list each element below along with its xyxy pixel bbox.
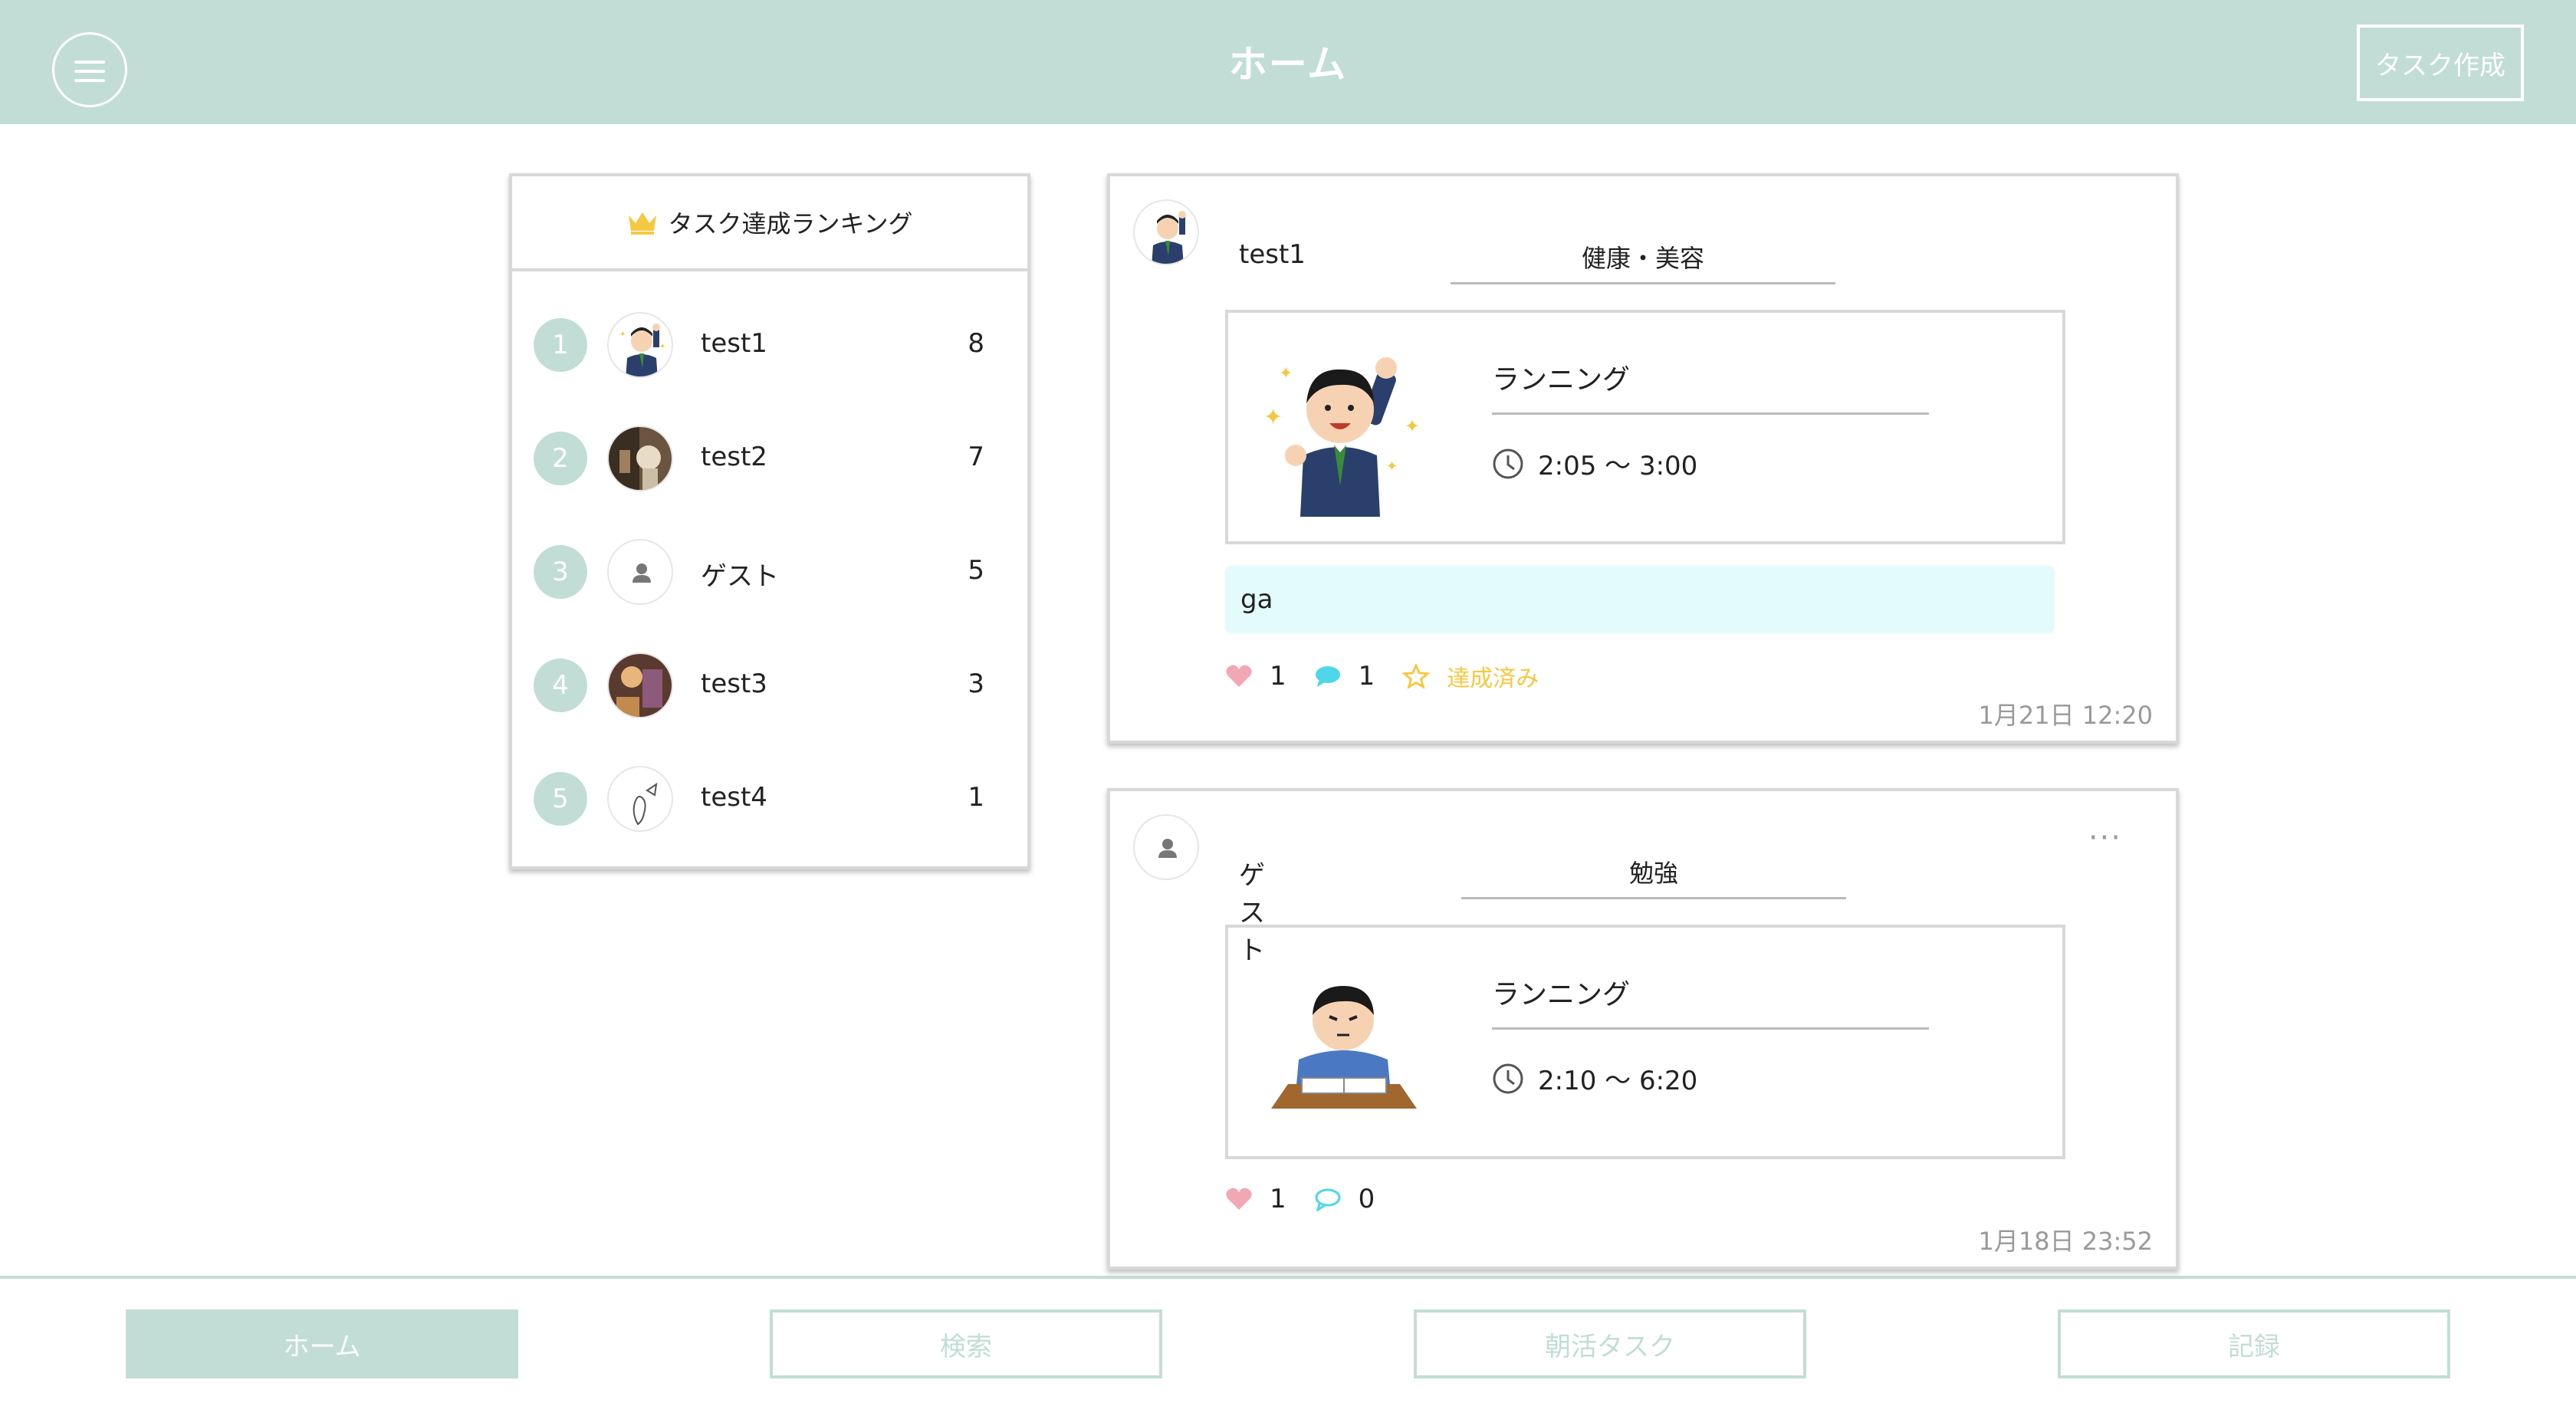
ranking-row[interactable]: 1 ✦ ✦ test1 8 xyxy=(512,290,1027,403)
ranking-score: 7 xyxy=(968,442,984,472)
nav-search-button[interactable]: 検索 xyxy=(770,1309,1162,1378)
star-icon[interactable] xyxy=(1402,664,1431,688)
more-options-icon[interactable]: ··· xyxy=(2088,820,2122,856)
avatar-businessman[interactable] xyxy=(1133,199,1199,265)
heart-icon[interactable] xyxy=(1225,1187,1253,1211)
ranking-title: タスク達成ランキング xyxy=(668,209,913,238)
avatar-sketch[interactable] xyxy=(607,766,673,832)
ranking-username: test2 xyxy=(701,442,767,472)
rank-number: 3 xyxy=(534,545,587,599)
ranking-username: test4 xyxy=(701,782,767,813)
ranking-score: 1 xyxy=(968,782,984,813)
task-name: ランニング xyxy=(1492,972,1929,1030)
avatar-businessman[interactable]: ✦ ✦ xyxy=(607,312,673,378)
heart-icon[interactable] xyxy=(1225,664,1253,688)
svg-text:✦: ✦ xyxy=(619,330,626,339)
rank-number: 1 xyxy=(534,318,587,372)
category-label: 健康・美容 xyxy=(1451,239,1835,284)
like-count: 1 xyxy=(1270,661,1286,692)
menu-icon-bar xyxy=(74,70,105,73)
ranking-card: タスク達成ランキング 1 ✦ ✦ test1 8 2 test2 7 3 ゲスト… xyxy=(509,173,1030,869)
task-name: ランニング xyxy=(1492,357,1929,415)
comment-icon[interactable] xyxy=(1314,664,1342,688)
create-task-button[interactable]: タスク作成 xyxy=(2357,25,2524,101)
post-timestamp: 1月18日 23:52 xyxy=(1978,1227,2153,1256)
ranking-row[interactable]: 4 test3 3 xyxy=(512,630,1027,744)
category-label: 勉強 xyxy=(1461,854,1846,899)
task-box[interactable]: ✦ ✦ ✦ ✦ ランニング 2:05 〜 3:00 xyxy=(1225,310,2065,544)
ranking-row[interactable]: 5 test4 1 xyxy=(512,744,1027,857)
default-user-icon[interactable] xyxy=(1133,814,1199,880)
crown-icon xyxy=(629,212,657,235)
reaction-row: 1 1 達成済み xyxy=(1225,659,1539,693)
menu-icon-bar xyxy=(74,61,105,64)
post-timestamp: 1月21日 12:20 xyxy=(1978,701,2153,730)
rank-number: 2 xyxy=(534,432,587,485)
like-count: 1 xyxy=(1270,1184,1286,1214)
svg-text:✦: ✦ xyxy=(1405,416,1420,437)
task-box[interactable]: ランニング 2:10 〜 6:20 xyxy=(1225,925,2065,1159)
nav-morning-task-button[interactable]: 朝活タスク xyxy=(1414,1309,1806,1378)
svg-text:✦: ✦ xyxy=(659,343,665,351)
ranking-header: タスク達成ランキング xyxy=(512,176,1027,271)
nav-home-button[interactable]: ホーム xyxy=(126,1309,518,1378)
ranking-username: ゲスト xyxy=(701,561,779,592)
task-time-row: 2:05 〜 3:00 xyxy=(1492,445,1697,482)
header-bar: ホーム タスク作成 xyxy=(0,0,2576,124)
post-card[interactable]: test1 健康・美容 ✦ ✦ ✦ ✦ ランニング 2:05 〜 3:00 ga… xyxy=(1107,173,2179,744)
svg-text:✦: ✦ xyxy=(1386,458,1398,475)
rank-number: 5 xyxy=(534,772,587,826)
achieved-status: 達成済み xyxy=(1447,665,1539,692)
ranking-score: 3 xyxy=(968,669,984,699)
svg-text:✦: ✦ xyxy=(1279,364,1293,383)
clock-icon xyxy=(1493,449,1523,478)
post-comment: ga xyxy=(1225,566,2055,633)
cheering-businessman-illustration: ✦ ✦ ✦ ✦ xyxy=(1263,357,1420,517)
post-card[interactable]: ゲスト ··· 勉強 ランニング 2:10 〜 6:20 1 0 1月18日 2… xyxy=(1107,788,2179,1270)
reaction-row: 1 0 xyxy=(1225,1184,1402,1214)
clock-icon xyxy=(1493,1063,1523,1093)
default-user-icon[interactable] xyxy=(607,539,673,605)
ranking-username: test3 xyxy=(701,669,767,699)
rank-number: 4 xyxy=(534,659,587,712)
nav-records-button[interactable]: 記録 xyxy=(2058,1309,2450,1378)
task-time: 2:05 〜 3:00 xyxy=(1538,451,1698,481)
comment-count: 1 xyxy=(1358,661,1375,692)
ranking-row[interactable]: 3 ゲスト 5 xyxy=(512,517,1027,630)
page-title: ホーム xyxy=(1228,42,1348,87)
avatar-photo[interactable] xyxy=(607,652,673,718)
avatar-photo[interactable] xyxy=(607,426,673,491)
ranking-score: 5 xyxy=(968,555,984,586)
hamburger-menu-button[interactable] xyxy=(52,32,127,107)
ranking-row[interactable]: 2 test2 7 xyxy=(512,403,1027,517)
comment-outline-icon[interactable] xyxy=(1314,1187,1342,1211)
comment-count: 0 xyxy=(1358,1184,1375,1214)
bottom-navigation: ホーム 検索 朝活タスク 記録 xyxy=(0,1276,2576,1403)
app-root: ホーム タスク作成 タスク達成ランキング 1 ✦ ✦ test1 8 2 tes… xyxy=(0,0,2576,1403)
task-time: 2:10 〜 6:20 xyxy=(1538,1066,1698,1096)
svg-text:✦: ✦ xyxy=(1263,404,1283,431)
ranking-username: test1 xyxy=(701,328,767,359)
task-time-row: 2:10 〜 6:20 xyxy=(1492,1060,1697,1097)
ranking-score: 8 xyxy=(968,328,984,359)
menu-icon-bar xyxy=(74,79,105,82)
post-username[interactable]: test1 xyxy=(1239,239,1306,270)
studying-boy-illustration xyxy=(1271,986,1417,1109)
